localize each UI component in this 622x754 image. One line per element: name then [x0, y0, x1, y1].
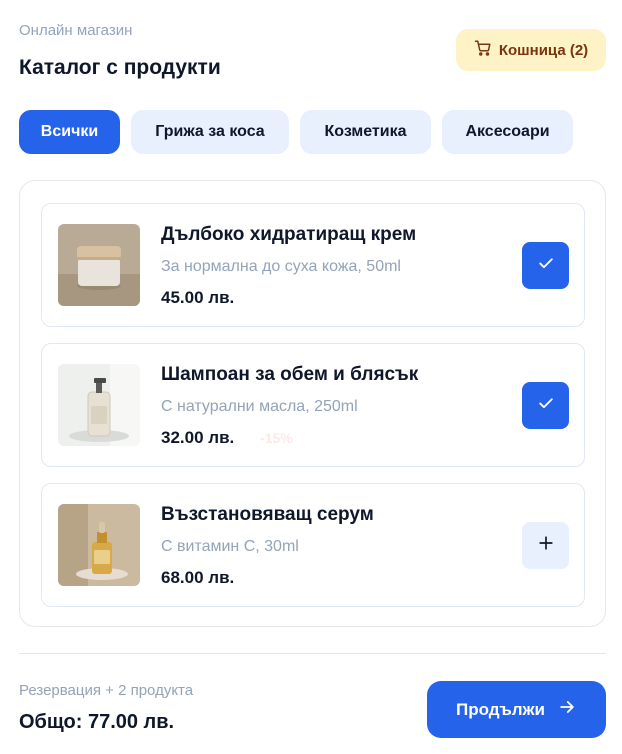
- tab-accessories[interactable]: Аксесоари: [442, 110, 573, 154]
- product-card: Шампоан за обем и блясък С натурални мас…: [41, 343, 585, 467]
- continue-button[interactable]: Продължи: [427, 681, 606, 738]
- cart-icon: [474, 39, 492, 61]
- tab-all[interactable]: Всички: [19, 110, 120, 154]
- discount-badge: -15%: [260, 430, 293, 446]
- product-image-serum: [58, 504, 140, 586]
- reservation-summary: Резервация + 2 продукта: [19, 682, 194, 699]
- check-icon: [536, 253, 556, 278]
- page-header: Онлайн магазин Каталог с продукти Кошниц…: [19, 20, 606, 90]
- category-tabs: Всички Грижа за коса Козметика Аксесоари: [19, 110, 573, 154]
- add-to-cart-button[interactable]: [522, 522, 569, 569]
- product-card: Дълбоко хидратиращ крем За нормална до с…: [41, 203, 585, 327]
- product-selected-toggle[interactable]: [522, 242, 569, 289]
- order-total: Общо: 77.00 лв.: [19, 711, 175, 733]
- product-name: Шампоан за обем и блясък: [161, 364, 419, 385]
- continue-label: Продължи: [455, 699, 546, 719]
- product-price: 45.00 лв.: [161, 288, 235, 307]
- store-label: Онлайн магазин: [19, 22, 133, 39]
- arrow-right-icon: [557, 697, 577, 722]
- product-price: 68.00 лв.: [161, 568, 235, 587]
- product-description: За нормална до суха кожа, 50ml: [161, 258, 401, 275]
- product-name: Възстановяващ серум: [161, 504, 374, 525]
- product-description: С натурални масла, 250ml: [161, 398, 358, 415]
- check-icon: [536, 393, 556, 418]
- plus-icon: [536, 533, 556, 558]
- product-description: С витамин C, 30ml: [161, 538, 299, 555]
- tab-hair-care[interactable]: Грижа за коса: [131, 110, 289, 154]
- product-image-cream: [58, 224, 140, 306]
- product-card: Възстановяващ серум С витамин C, 30ml 68…: [41, 483, 585, 607]
- tab-cosmetics[interactable]: Козметика: [300, 110, 431, 154]
- product-list: Дълбоко хидратиращ крем За нормална до с…: [19, 180, 606, 627]
- product-name: Дълбоко хидратиращ крем: [161, 224, 417, 245]
- product-price: 32.00 лв.: [161, 428, 235, 447]
- cart-button[interactable]: Кошница (2): [456, 29, 606, 71]
- page-title: Каталог с продукти: [19, 56, 221, 79]
- footer-divider: [19, 653, 606, 654]
- cart-label: Кошница (2): [498, 41, 589, 59]
- product-selected-toggle[interactable]: [522, 382, 569, 429]
- product-image-shampoo: [58, 364, 140, 446]
